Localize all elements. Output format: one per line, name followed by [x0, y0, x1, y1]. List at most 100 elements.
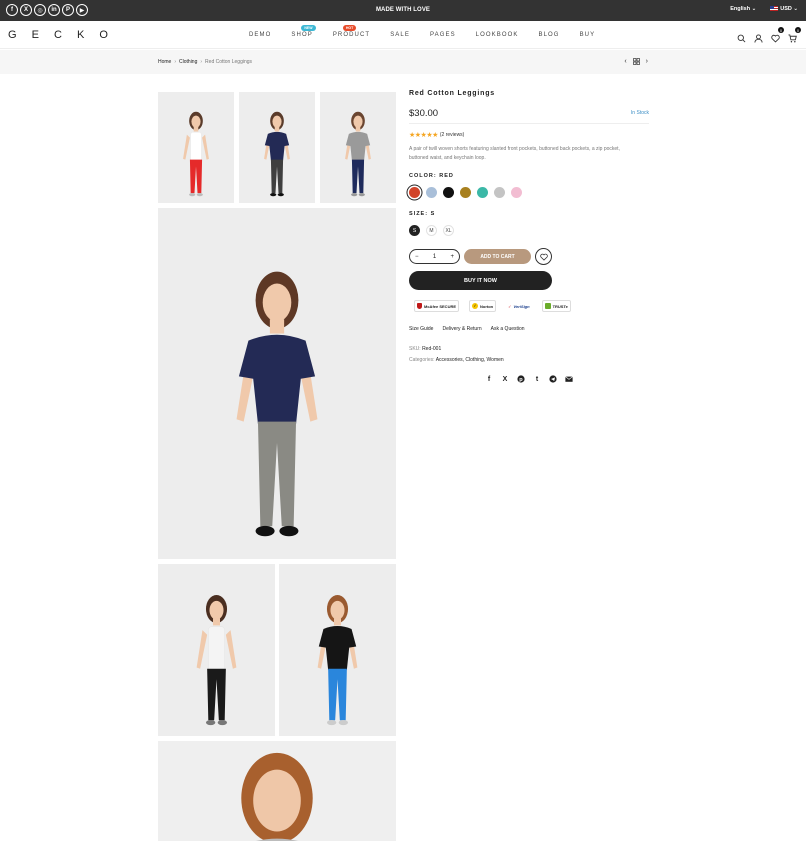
- breadcrumb-separator: ›: [200, 59, 203, 65]
- decrease-quantity-button[interactable]: −: [415, 254, 419, 260]
- photo-gray-tee-navy-leggings[interactable]: [320, 92, 396, 203]
- wishlist-count: 0: [778, 27, 784, 33]
- nav-item-label: LOOKBOOK: [475, 32, 519, 38]
- product-sku: SKU: Red-001: [409, 346, 441, 352]
- product-extra-links: Size Guide Delivery & Return Ask a Quest…: [409, 326, 525, 332]
- nav-item-label: SALE: [390, 32, 410, 38]
- truste-badge: TRUSTe: [541, 300, 571, 312]
- check-square-icon: [544, 303, 551, 309]
- wishlist-icon[interactable]: 0: [771, 27, 784, 43]
- nav-item-sale[interactable]: SALE: [390, 32, 410, 38]
- nav-item-label: SHOP: [291, 32, 313, 38]
- increase-quantity-button[interactable]: +: [450, 254, 454, 260]
- breadcrumb-bar: Home › Clothing › Red Cotton Leggings ‹ ›: [0, 50, 806, 74]
- color-swatch[interactable]: [409, 187, 420, 198]
- photo-white-tank-red-leggings[interactable]: [158, 92, 234, 203]
- badge-label: VeriSign: [513, 303, 530, 309]
- email-icon[interactable]: [565, 375, 573, 383]
- color-swatches: [409, 187, 522, 198]
- nav-item-label: BLOG: [538, 32, 560, 38]
- currency-selector[interactable]: USD ⌄: [770, 6, 798, 12]
- nav-item-buy[interactable]: BUY: [580, 32, 596, 38]
- breadcrumb-home[interactable]: Home: [158, 59, 171, 65]
- photo-white-tank-black-leggings[interactable]: [158, 564, 275, 736]
- color-swatch[interactable]: [477, 187, 488, 198]
- checkmark-icon: ✓: [472, 303, 479, 309]
- buy-it-now-button[interactable]: BUY IT NOW: [409, 271, 552, 290]
- nav-item-shop[interactable]: SHOP NEW: [291, 25, 316, 38]
- breadcrumb-category[interactable]: Clothing: [179, 59, 197, 65]
- color-swatch[interactable]: [460, 187, 471, 198]
- size-option-s[interactable]: S: [409, 225, 420, 236]
- grid-icon[interactable]: [632, 58, 640, 67]
- cart-icon[interactable]: 0: [788, 27, 801, 43]
- photo-navy-tee-gray-leggings[interactable]: [239, 92, 315, 203]
- nav-item-lookbook[interactable]: LOOKBOOK: [476, 32, 519, 38]
- nav-item-label: BUY: [579, 32, 596, 38]
- chevron-down-icon: ⌄: [793, 6, 798, 12]
- tumblr-icon[interactable]: t: [533, 375, 541, 383]
- product-categories: Categories: Accessories, Clothing, Women: [409, 357, 504, 363]
- previous-product-icon[interactable]: ‹: [624, 58, 626, 67]
- nav-badge: NEW: [301, 25, 316, 31]
- share-links: f X p t: [485, 375, 573, 383]
- verisign-badge: ✓ VeriSign: [506, 300, 531, 312]
- nav-item-pages[interactable]: PAGES: [430, 32, 456, 38]
- quantity-value[interactable]: 1: [433, 254, 436, 260]
- photo-gray-tee-closeup[interactable]: [158, 741, 396, 841]
- color-swatch[interactable]: [426, 187, 437, 198]
- photo-main-navy-tee-gray-leggings[interactable]: [158, 208, 396, 559]
- sku-label: SKU:: [409, 346, 421, 352]
- size-option-xl[interactable]: XL: [443, 225, 454, 236]
- delivery-return-link[interactable]: Delivery & Return: [442, 326, 481, 332]
- photo-black-tee-blue-leggings[interactable]: [279, 564, 396, 736]
- product-description: A pair of twill woven shorts featuring s…: [409, 146, 620, 161]
- pinterest-icon[interactable]: p: [517, 375, 525, 383]
- main-header: G E C K O DEMO SHOP NEW PRODUCT HOT SALE PAGES…: [0, 21, 806, 49]
- account-icon[interactable]: [754, 30, 763, 43]
- product-navigation: ‹ ›: [624, 58, 648, 67]
- telegram-icon[interactable]: [549, 375, 557, 383]
- next-product-icon[interactable]: ›: [646, 58, 648, 67]
- cart-count: 0: [795, 27, 801, 33]
- badge-label: Norton: [480, 303, 494, 309]
- shield-icon: [417, 303, 422, 309]
- nav-item-demo[interactable]: DEMO: [249, 32, 271, 38]
- color-swatch[interactable]: [494, 187, 505, 198]
- x-twitter-icon[interactable]: X: [501, 375, 509, 383]
- size-option-m[interactable]: M: [426, 225, 437, 236]
- nav-badge: HOT: [342, 25, 357, 31]
- facebook-icon[interactable]: f: [485, 375, 493, 383]
- breadcrumb-separator: ›: [174, 59, 177, 65]
- quantity-stepper: − 1 +: [409, 249, 460, 264]
- checkmark-icon: ✓: [508, 303, 512, 309]
- nav-item-blog[interactable]: BLOG: [538, 32, 559, 38]
- badge-label: TRUSTe: [552, 303, 568, 309]
- us-flag-icon: [770, 6, 779, 12]
- product-title: Red Cotton Leggings: [409, 90, 495, 97]
- trust-badges: McAfee SECURE ✓ Norton ✓ VeriSign TRUSTe: [414, 300, 571, 312]
- sku-value: Red-001: [422, 346, 442, 352]
- add-to-cart-button[interactable]: ADD TO CART: [464, 249, 531, 264]
- currency-label: USD: [780, 6, 792, 12]
- language-selector[interactable]: English ⌄: [730, 6, 756, 12]
- categories-label: Categories:: [409, 357, 435, 363]
- search-icon[interactable]: [737, 30, 746, 43]
- ask-question-link[interactable]: Ask a Question: [491, 326, 525, 332]
- header-actions: 0 0: [737, 27, 801, 43]
- nav-item-product[interactable]: PRODUCT HOT: [333, 25, 370, 38]
- product-rating[interactable]: ★★★★★ (2 reviews): [409, 131, 464, 139]
- color-label: COLOR: RED: [409, 173, 454, 179]
- chevron-down-icon: ⌄: [751, 6, 757, 12]
- main-navigation: DEMO SHOP NEW PRODUCT HOT SALE PAGES LOOKBOOK BL…: [249, 25, 615, 38]
- categories-links[interactable]: Accessories, Clothing, Women: [436, 357, 504, 363]
- nav-item-label: PAGES: [429, 32, 456, 38]
- size-guide-link[interactable]: Size Guide: [409, 326, 433, 332]
- color-swatch[interactable]: [443, 187, 454, 198]
- color-swatch[interactable]: [511, 187, 522, 198]
- reviews-count: (2 reviews): [439, 132, 465, 138]
- stock-status: In Stock: [630, 110, 649, 116]
- add-to-wishlist-button[interactable]: [535, 248, 552, 265]
- product-info: Red Cotton Leggings $30.00 In Stock ★★★★…: [409, 90, 649, 383]
- site-logo[interactable]: G E C K O: [8, 29, 114, 41]
